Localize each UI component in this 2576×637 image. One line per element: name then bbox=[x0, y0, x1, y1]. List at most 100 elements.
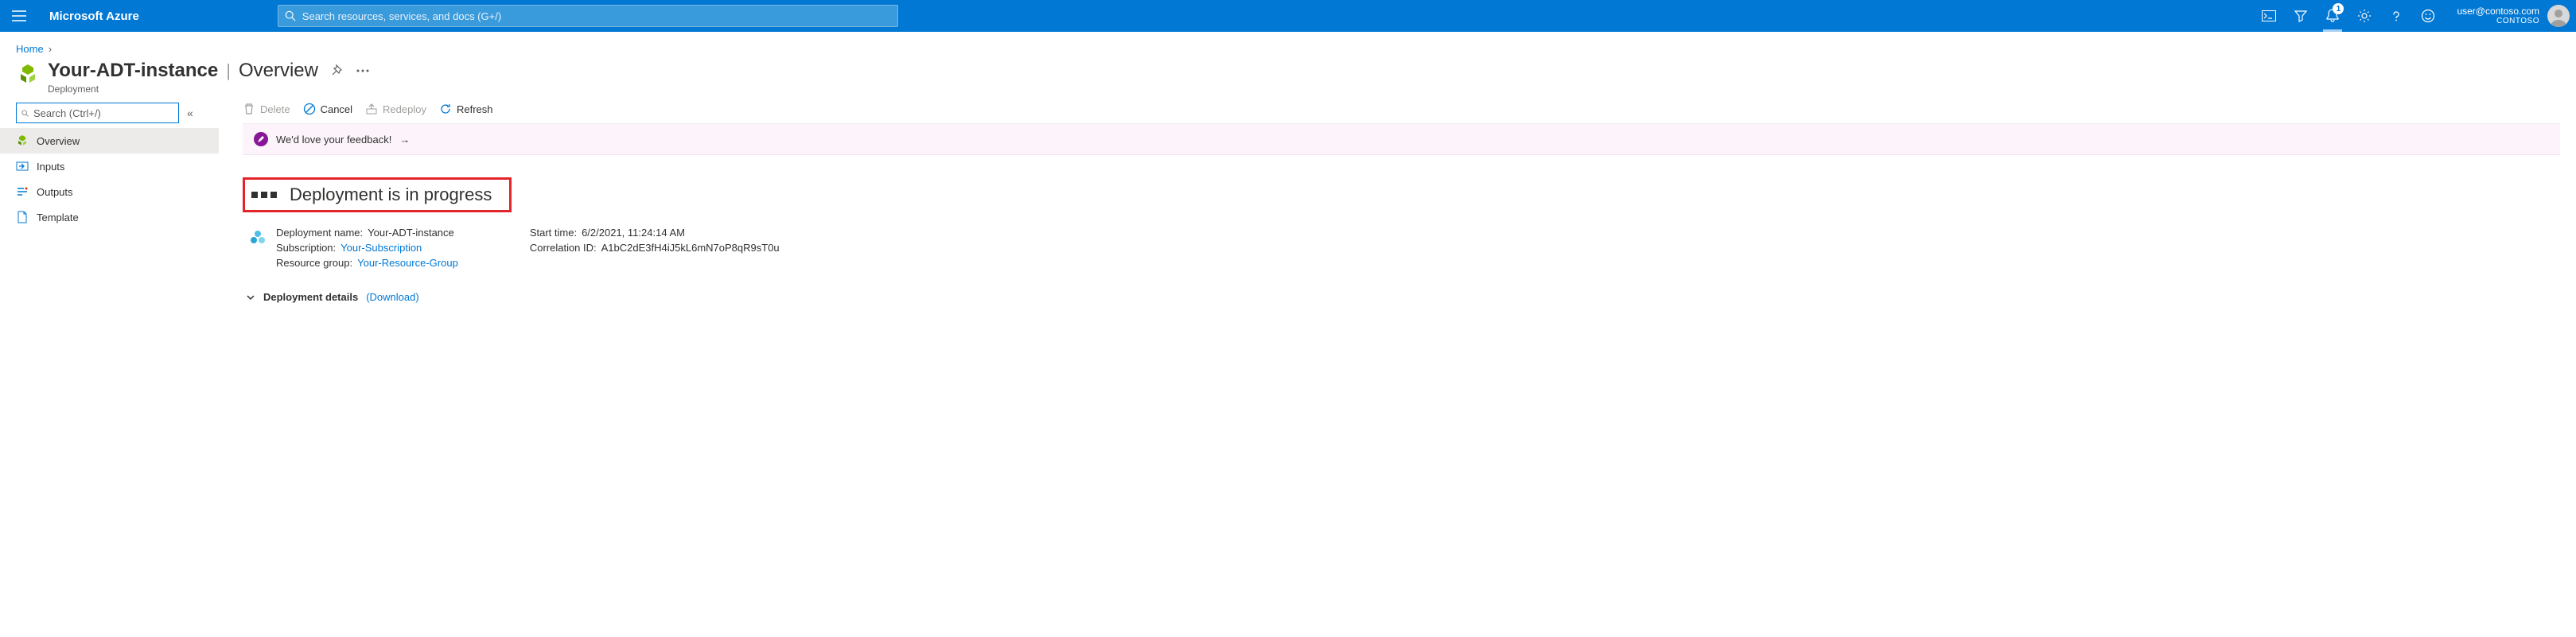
notifications-button[interactable]: 1 bbox=[2317, 0, 2348, 32]
cloud-shell-icon bbox=[2262, 10, 2276, 21]
page-header: Your-ADT-instance | Overview Deployment bbox=[0, 60, 2576, 103]
info-label: Deployment name: bbox=[276, 227, 363, 239]
user-email: user@contoso.com bbox=[2457, 6, 2539, 17]
sidebar-item-overview[interactable]: Overview bbox=[0, 128, 219, 153]
feedback-banner-icon-wrap bbox=[254, 132, 268, 146]
sidebar-item-inputs[interactable]: Inputs bbox=[0, 153, 219, 179]
progress-icon bbox=[251, 192, 277, 198]
start-time-row: Start time: 6/2/2021, 11:24:14 AM bbox=[530, 227, 780, 239]
sidebar-item-label: Template bbox=[37, 212, 79, 223]
pin-icon bbox=[329, 64, 342, 77]
cloud-shell-button[interactable] bbox=[2253, 0, 2285, 32]
button-label: Cancel bbox=[321, 103, 352, 115]
button-label: Delete bbox=[260, 103, 290, 115]
subscription-link[interactable]: Your-Subscription bbox=[340, 242, 422, 254]
sidebar-item-label: Overview bbox=[37, 135, 80, 147]
download-link[interactable]: (Download) bbox=[366, 291, 418, 303]
title-separator: | bbox=[226, 60, 231, 81]
page-title-block: Your-ADT-instance | Overview Deployment bbox=[48, 60, 372, 95]
sidebar: « Overview Inputs Outputs Template bbox=[16, 103, 219, 303]
sidebar-item-label: Inputs bbox=[37, 161, 64, 173]
redeploy-icon bbox=[365, 103, 378, 115]
refresh-button[interactable]: Refresh bbox=[439, 103, 493, 115]
sidebar-search[interactable] bbox=[16, 103, 179, 123]
content-area: Delete Cancel Redeploy Refresh We'd love… bbox=[219, 103, 2576, 303]
inputs-icon bbox=[16, 160, 29, 173]
deployment-name-row: Deployment name: Your-ADT-instance bbox=[276, 227, 458, 239]
sidebar-item-template[interactable]: Template bbox=[0, 204, 219, 230]
directory-filter-button[interactable] bbox=[2285, 0, 2317, 32]
help-button[interactable] bbox=[2380, 0, 2412, 32]
more-button[interactable] bbox=[353, 66, 372, 76]
cancel-icon bbox=[303, 103, 316, 115]
cancel-button[interactable]: Cancel bbox=[303, 103, 352, 115]
feedback-button[interactable] bbox=[2412, 0, 2444, 32]
user-org: CONTOSO bbox=[2457, 17, 2539, 26]
pin-button[interactable] bbox=[326, 61, 345, 80]
deployment-icon bbox=[16, 63, 40, 87]
start-time-value: 6/2/2021, 11:24:14 AM bbox=[582, 227, 685, 239]
notification-underline bbox=[2323, 29, 2342, 32]
delete-button[interactable]: Delete bbox=[243, 103, 290, 115]
redeploy-button[interactable]: Redeploy bbox=[365, 103, 426, 115]
global-search[interactable] bbox=[278, 5, 898, 27]
sidebar-search-row: « bbox=[16, 103, 219, 123]
info-label: Start time: bbox=[530, 227, 577, 239]
info-left-col: Deployment name: Your-ADT-instance Subsc… bbox=[276, 227, 458, 269]
command-bar: Delete Cancel Redeploy Refresh bbox=[243, 103, 2560, 124]
deployment-info-left: Deployment name: Your-ADT-instance Subsc… bbox=[249, 227, 458, 269]
global-search-wrap bbox=[278, 5, 898, 27]
correlation-id-value: A1bC2dE3fH4iJ5kL6mN7oP8qR9sT0u bbox=[601, 242, 780, 254]
ellipsis-icon bbox=[356, 69, 369, 72]
settings-button[interactable] bbox=[2348, 0, 2380, 32]
rocket-icon bbox=[256, 134, 266, 144]
main-layout: « Overview Inputs Outputs Template bbox=[0, 103, 2576, 303]
notification-badge: 1 bbox=[2333, 3, 2344, 14]
resource-group-link[interactable]: Your-Resource-Group bbox=[357, 257, 458, 269]
info-label: Resource group: bbox=[276, 257, 352, 269]
info-label: Subscription: bbox=[276, 242, 336, 254]
page-subtitle: Deployment bbox=[48, 84, 372, 95]
page-section: Overview bbox=[239, 60, 318, 82]
sidebar-search-input[interactable] bbox=[33, 107, 173, 119]
details-label: Deployment details bbox=[263, 291, 358, 303]
status-title: Deployment is in progress bbox=[290, 184, 492, 205]
topbar-left: Microsoft Azure bbox=[0, 0, 150, 32]
deployment-name-value: Your-ADT-instance bbox=[368, 227, 454, 239]
outputs-icon bbox=[16, 185, 29, 198]
arrow-right-icon: → bbox=[399, 134, 410, 146]
feedback-banner[interactable]: We'd love your feedback! → bbox=[243, 124, 2560, 155]
overview-icon bbox=[16, 134, 29, 147]
deployment-details-toggle[interactable]: Deployment details (Download) bbox=[243, 291, 2560, 303]
subscription-row: Subscription: Your-Subscription bbox=[276, 242, 458, 254]
menu-toggle-button[interactable] bbox=[0, 0, 38, 32]
breadcrumb-separator: › bbox=[49, 43, 52, 55]
info-right-col: Start time: 6/2/2021, 11:24:14 AM Correl… bbox=[530, 227, 780, 269]
template-icon bbox=[16, 211, 29, 223]
user-account-button[interactable]: user@contoso.com CONTOSO bbox=[2444, 5, 2576, 27]
gear-icon bbox=[2357, 9, 2372, 23]
page-title: Your-ADT-instance bbox=[48, 60, 218, 82]
trash-icon bbox=[243, 103, 255, 115]
breadcrumb: Home › bbox=[0, 32, 2576, 60]
refresh-icon bbox=[439, 103, 452, 115]
chevron-down-icon bbox=[246, 293, 255, 302]
filter-icon bbox=[2294, 10, 2307, 22]
info-label: Correlation ID: bbox=[530, 242, 597, 254]
sidebar-item-outputs[interactable]: Outputs bbox=[0, 179, 219, 204]
status-heading: Deployment is in progress bbox=[243, 177, 512, 212]
global-search-input[interactable] bbox=[302, 10, 891, 22]
page-title-line: Your-ADT-instance | Overview bbox=[48, 60, 372, 82]
deployment-info: Deployment name: Your-ADT-instance Subsc… bbox=[243, 227, 2560, 269]
button-label: Refresh bbox=[457, 103, 493, 115]
user-text: user@contoso.com CONTOSO bbox=[2457, 6, 2539, 26]
breadcrumb-home[interactable]: Home bbox=[16, 43, 44, 55]
help-icon bbox=[2390, 10, 2403, 22]
search-icon bbox=[21, 108, 29, 118]
resource-group-row: Resource group: Your-Resource-Group bbox=[276, 257, 458, 269]
brand-label[interactable]: Microsoft Azure bbox=[38, 10, 150, 23]
sidebar-collapse-button[interactable]: « bbox=[184, 103, 197, 122]
avatar-icon bbox=[2547, 5, 2570, 27]
feedback-text: We'd love your feedback! bbox=[276, 134, 391, 146]
smile-icon bbox=[2421, 9, 2435, 23]
